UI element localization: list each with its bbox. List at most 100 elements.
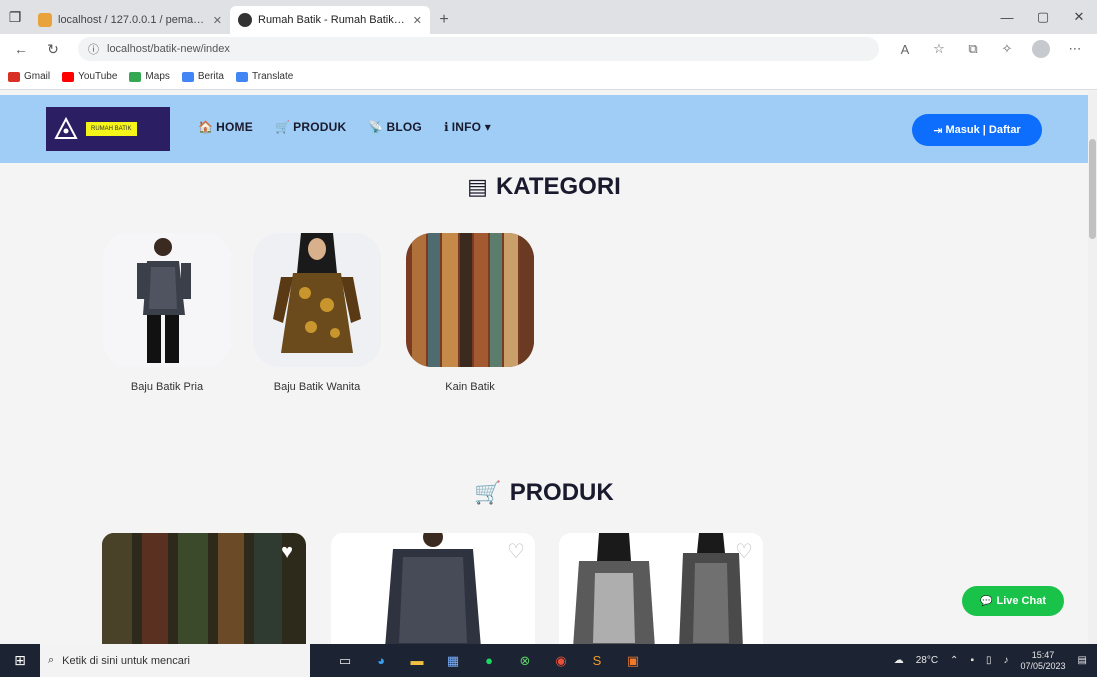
- back-arrow-icon[interactable]: ←: [8, 37, 34, 61]
- notifications-icon[interactable]: ▤: [1078, 655, 1087, 666]
- category-card-baju-wanita[interactable]: Baju Batik Wanita: [253, 233, 381, 393]
- bookmark-gmail[interactable]: Gmail: [8, 71, 50, 82]
- system-tray: ☁ 28°C ⌃ ▪ ▯ ♪ 15:47 07/05/2023 ▤: [894, 650, 1097, 672]
- favorite-star-icon[interactable]: ☆: [925, 37, 953, 61]
- browser-tabstrip: ❐ localhost / 127.0.0.1 / pemasaran ✕ Ru…: [0, 0, 1097, 34]
- new-tab-button[interactable]: +: [430, 6, 458, 34]
- extensions-icon[interactable]: ✧: [993, 37, 1021, 61]
- network-icon[interactable]: ▪: [970, 655, 974, 666]
- products-heading: 🛒 PRODUK: [0, 479, 1088, 507]
- live-chat-button[interactable]: 💬 Live Chat: [962, 586, 1064, 616]
- info-icon[interactable]: ⓘ: [88, 41, 99, 57]
- close-tab-icon[interactable]: ✕: [413, 14, 422, 27]
- login-register-button[interactable]: ⇥ Masuk | Daftar: [912, 114, 1042, 146]
- search-icon: ⌕: [48, 654, 55, 666]
- edge-browser-icon[interactable]: ◕: [368, 648, 394, 674]
- category-card-baju-pria[interactable]: Baju Batik Pria: [103, 233, 231, 393]
- products-title: PRODUK: [509, 479, 614, 506]
- clock-time: 15:47: [1031, 649, 1055, 660]
- file-explorer-icon[interactable]: ▬: [404, 648, 430, 674]
- office-icon[interactable]: ▣: [620, 648, 646, 674]
- categories-heading: ▤ KATEGORI: [0, 173, 1088, 201]
- xbox-icon[interactable]: ⊗: [512, 648, 538, 674]
- tab-rumah-batik[interactable]: Rumah Batik - Rumah Batik Kami ✕: [230, 6, 430, 34]
- taskbar-search[interactable]: ⌕ Ketik di sini untuk mencari: [40, 644, 310, 677]
- read-aloud-icon[interactable]: A: [891, 37, 919, 61]
- maximize-icon[interactable]: ▢: [1025, 9, 1061, 25]
- product-card[interactable]: ♥: [102, 533, 306, 644]
- menu-produk-label: PRODUK: [293, 120, 347, 134]
- site-logo[interactable]: RUMAH BATIK: [46, 107, 170, 151]
- page-scrollbar[interactable]: [1088, 91, 1097, 644]
- weather-icon[interactable]: ☁: [894, 655, 904, 666]
- windows-start-icon[interactable]: ⊞: [0, 652, 40, 669]
- weather-temp: 28°C: [915, 655, 939, 666]
- browser-navbar: ← ↻ ⓘ localhost/batik-new/index A ☆ ⧉ ✧ …: [0, 34, 1097, 64]
- tab-favicon: [238, 13, 252, 27]
- favorite-heart-icon[interactable]: ♡: [733, 541, 755, 563]
- bookmarks-bar: Gmail YouTube Maps Berita Translate: [0, 64, 1097, 90]
- chat-bubble-icon: 💬: [980, 595, 993, 607]
- scrollbar-thumb[interactable]: [1089, 139, 1096, 239]
- product-card[interactable]: ♡: [559, 533, 763, 644]
- maps-icon: [129, 71, 142, 82]
- store-icon[interactable]: ▦: [440, 648, 466, 674]
- cart-icon: 🛒: [474, 480, 502, 505]
- menu-blog-label: BLOG: [386, 120, 422, 134]
- sign-in-icon: ⇥: [933, 124, 943, 137]
- menu-blog[interactable]: 📡 BLOG: [368, 120, 422, 134]
- tab-actions-icon[interactable]: ❐: [0, 0, 30, 34]
- menu-home-label: HOME: [216, 120, 253, 134]
- taskbar-apps: ▭ ◕ ▬ ▦ ● ⊗ ◉ S ▣: [332, 648, 646, 674]
- menu-info-dropdown[interactable]: ℹ INFO ▾: [444, 120, 491, 134]
- spotify-icon[interactable]: ●: [476, 648, 502, 674]
- category-image-kain-batik: [406, 233, 534, 367]
- list-icon: ▤: [467, 174, 488, 199]
- refresh-icon[interactable]: ↻: [40, 37, 66, 61]
- volume-icon[interactable]: ♪: [1004, 655, 1009, 666]
- chevron-up-icon[interactable]: ⌃: [950, 655, 958, 666]
- bookmark-news[interactable]: Berita: [181, 71, 224, 82]
- bookmark-translate[interactable]: Translate: [236, 71, 293, 82]
- menu-home[interactable]: 🏠 HOME: [198, 120, 253, 134]
- bookmark-youtube[interactable]: YouTube: [62, 71, 117, 82]
- news-icon: [181, 71, 194, 82]
- minimize-icon[interactable]: —: [989, 10, 1025, 25]
- profile-icon[interactable]: [1027, 37, 1055, 61]
- menu-produk[interactable]: 🛒 PRODUK: [275, 120, 346, 134]
- category-image-baju-pria: [103, 233, 231, 367]
- main-menu: 🏠 HOME 🛒 PRODUK 📡 BLOG ℹ INFO ▾: [198, 120, 491, 134]
- close-tab-icon[interactable]: ✕: [213, 14, 222, 27]
- translate-icon: [236, 71, 248, 82]
- bookmark-maps[interactable]: Maps: [129, 71, 170, 82]
- window-controls: — ▢ ✕: [989, 0, 1097, 34]
- clock-date: 07/05/2023: [1020, 660, 1066, 671]
- taskbar-clock[interactable]: 15:47 07/05/2023: [1021, 650, 1066, 672]
- tab-title: localhost / 127.0.0.1 / pemasaran: [58, 14, 207, 26]
- tab-favicon: [38, 13, 52, 27]
- collections-icon[interactable]: ⧉: [959, 37, 987, 61]
- tab-title: Rumah Batik - Rumah Batik Kami: [258, 14, 407, 26]
- sublime-text-icon[interactable]: S: [584, 648, 610, 674]
- youtube-icon: [62, 71, 75, 82]
- product-card[interactable]: ♡: [331, 533, 535, 644]
- tab-localhost[interactable]: localhost / 127.0.0.1 / pemasaran ✕: [30, 6, 230, 34]
- man-batik-photo: [103, 233, 231, 367]
- site-header: RUMAH BATIK 🏠 HOME 🛒 PRODUK 📡 BLOG ℹ INF…: [0, 95, 1088, 163]
- task-view-icon[interactable]: ▭: [332, 648, 358, 674]
- address-bar[interactable]: ⓘ localhost/batik-new/index: [78, 37, 879, 61]
- category-label: Baju Batik Pria: [130, 381, 204, 393]
- favorite-heart-icon[interactable]: ♥: [276, 541, 298, 563]
- rss-icon: 📡: [368, 120, 384, 134]
- taskbar-search-placeholder: Ketik di sini untuk mencari: [62, 654, 190, 667]
- close-window-icon[interactable]: ✕: [1061, 9, 1097, 25]
- info-circle-icon: ℹ: [443, 120, 449, 134]
- windows-taskbar: ⊞ ⌕ Ketik di sini untuk mencari ▭ ◕ ▬ ▦ …: [0, 644, 1097, 677]
- battery-icon[interactable]: ▯: [986, 655, 992, 666]
- category-card-kain-batik[interactable]: Kain Batik: [406, 233, 534, 393]
- category-label: Baju Batik Wanita: [273, 381, 361, 393]
- favorite-heart-icon[interactable]: ♡: [505, 541, 527, 563]
- more-menu-icon[interactable]: ⋯: [1061, 37, 1089, 61]
- chrome-icon[interactable]: ◉: [548, 648, 574, 674]
- menu-info-label: INFO ▾: [451, 120, 491, 134]
